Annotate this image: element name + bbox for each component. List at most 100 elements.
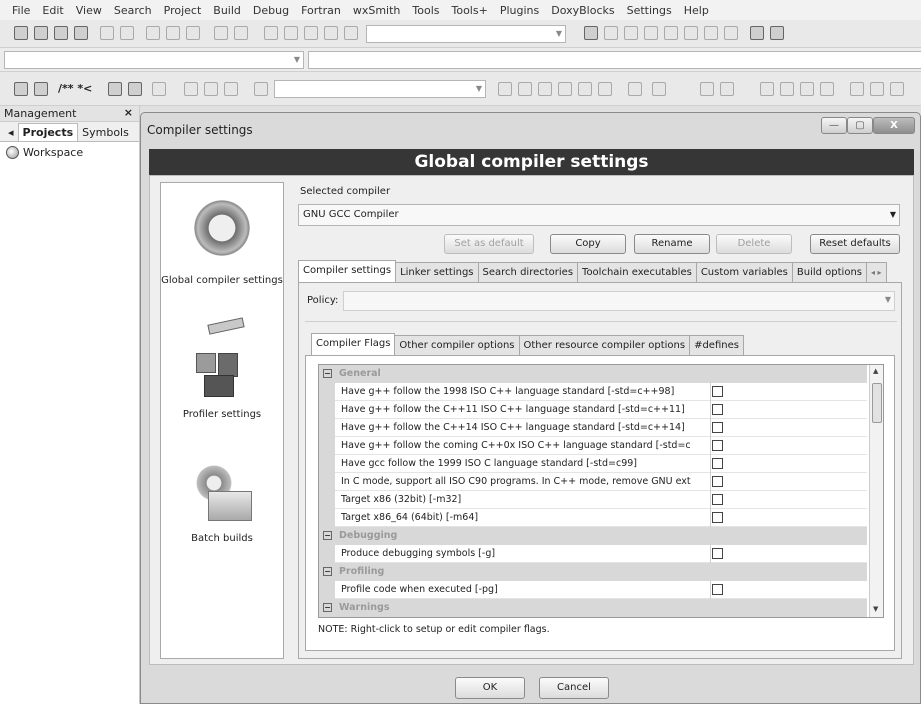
save-icon[interactable] — [54, 26, 68, 40]
ok-button[interactable]: OK — [455, 677, 525, 699]
menu-debug[interactable]: Debug — [247, 4, 295, 17]
menu-edit[interactable]: Edit — [36, 4, 69, 17]
build-icon[interactable] — [264, 26, 278, 40]
flag-row[interactable]: Produce debugging symbols [-g] — [319, 545, 867, 563]
layout-6-icon[interactable] — [870, 82, 884, 96]
flag-checkbox[interactable] — [712, 548, 723, 559]
redo-icon[interactable] — [120, 26, 134, 40]
doxywizard-icon[interactable] — [14, 82, 28, 96]
menu-project[interactable]: Project — [158, 4, 208, 17]
whole-word-icon[interactable] — [578, 82, 592, 96]
pause-icon[interactable] — [704, 26, 718, 40]
flag-checkbox[interactable] — [712, 422, 723, 433]
menu-settings[interactable]: Settings — [621, 4, 678, 17]
save-all-icon[interactable] — [74, 26, 88, 40]
stop-icon[interactable] — [344, 26, 358, 40]
close-icon[interactable]: × — [124, 106, 133, 119]
reset-defaults-button[interactable]: Reset defaults — [810, 234, 900, 254]
scroll-down-icon[interactable]: ▼ — [873, 605, 878, 613]
extract-docs-icon[interactable] — [34, 82, 48, 96]
open-file-icon[interactable] — [34, 26, 48, 40]
cancel-button[interactable]: Cancel — [539, 677, 609, 699]
tab-scroll-left-icon[interactable]: ◂ — [4, 124, 18, 141]
preferences-icon[interactable] — [152, 82, 166, 96]
bitmap-icon[interactable] — [720, 82, 734, 96]
menu-search[interactable]: Search — [108, 4, 158, 17]
flag-checkbox[interactable] — [712, 440, 723, 451]
next-line-icon[interactable] — [624, 26, 638, 40]
flag-checkbox[interactable] — [712, 584, 723, 595]
collapse-icon[interactable]: − — [323, 567, 332, 576]
next-instruction-icon[interactable] — [684, 26, 698, 40]
flag-checkbox[interactable] — [712, 494, 723, 505]
jump-icon[interactable] — [254, 82, 268, 96]
sidebar-item-batch[interactable]: Batch builds — [161, 461, 283, 544]
collapse-icon[interactable]: − — [323, 531, 332, 540]
flag-row[interactable]: Have g++ follow the 1998 ISO C++ languag… — [319, 383, 867, 401]
menu-help[interactable]: Help — [678, 4, 715, 17]
panel-icon[interactable] — [652, 82, 666, 96]
image-icon[interactable] — [700, 82, 714, 96]
copy-icon[interactable] — [166, 26, 180, 40]
new-file-icon[interactable] — [14, 26, 28, 40]
run-icon[interactable] — [284, 26, 298, 40]
layout-3-icon[interactable] — [800, 82, 814, 96]
stop-debug-icon[interactable] — [724, 26, 738, 40]
html-icon[interactable] — [108, 82, 122, 96]
menu-fortran[interactable]: Fortran — [295, 4, 347, 17]
prev-bookmark-icon[interactable] — [184, 82, 198, 96]
sidebar-item-profiler[interactable]: Profiler settings — [161, 317, 283, 420]
flag-row[interactable]: In C mode, support all ISO C90 programs.… — [319, 473, 867, 491]
tab-toolchain-executables[interactable]: Toolchain executables — [577, 262, 697, 282]
flag-row[interactable]: Profile code when executed [-pg] — [319, 581, 867, 599]
layout-7-icon[interactable] — [890, 82, 904, 96]
tab-compiler-flags[interactable]: Compiler Flags — [311, 333, 396, 355]
tab-other-compiler-options[interactable]: Other compiler options — [394, 335, 520, 355]
debug-icon[interactable] — [584, 26, 598, 40]
build-target-combo[interactable]: ▼ — [366, 25, 566, 43]
collapse-icon[interactable]: − — [323, 603, 332, 612]
scope-combo[interactable]: ▼ — [4, 51, 304, 69]
menu-plugins[interactable]: Plugins — [494, 4, 545, 17]
flag-checkbox[interactable] — [712, 476, 723, 487]
menu-tools[interactable]: Tools — [406, 4, 445, 17]
flag-row[interactable]: Have g++ follow the C++14 ISO C++ langua… — [319, 419, 867, 437]
flag-checkbox[interactable] — [712, 512, 723, 523]
rebuild-icon[interactable] — [324, 26, 338, 40]
select-icon[interactable] — [628, 82, 642, 96]
copy-button[interactable]: Copy — [550, 234, 626, 254]
layout-1-icon[interactable] — [760, 82, 774, 96]
sidebar-item-global[interactable]: Global compiler settings — [161, 191, 283, 286]
tab-other-resource-options[interactable]: Other resource compiler options — [518, 335, 691, 355]
undo-icon[interactable] — [100, 26, 114, 40]
layout-2-icon[interactable] — [780, 82, 794, 96]
flag-row[interactable]: Have g++ follow the C++11 ISO C++ langua… — [319, 401, 867, 419]
flag-checkbox[interactable] — [712, 458, 723, 469]
tab-compiler-settings[interactable]: Compiler settings — [298, 260, 397, 282]
menu-file[interactable]: File — [6, 4, 36, 17]
flag-row[interactable]: Have gcc follow the 1999 ISO C language … — [319, 455, 867, 473]
chm-icon[interactable] — [128, 82, 142, 96]
layout-4-icon[interactable] — [820, 82, 834, 96]
build-run-icon[interactable] — [304, 26, 318, 40]
flag-row[interactable]: Target x86_64 (64bit) [-m64] — [319, 509, 867, 527]
comment-block-button[interactable]: /** *< — [58, 82, 92, 95]
menu-build[interactable]: Build — [207, 4, 247, 17]
scroll-thumb[interactable] — [872, 383, 882, 423]
search-combo[interactable]: ▼ — [274, 80, 486, 98]
tab-scroll-icon[interactable]: ◂ ▸ — [866, 262, 887, 282]
tab-custom-variables[interactable]: Custom variables — [695, 262, 793, 282]
scroll-up-icon[interactable]: ▲ — [873, 367, 878, 375]
flag-checkbox[interactable] — [712, 386, 723, 397]
tab-build-options[interactable]: Build options — [791, 262, 867, 282]
menu-doxyblocks[interactable]: DoxyBlocks — [545, 4, 620, 17]
match-case-icon[interactable] — [558, 82, 572, 96]
toggle-bookmark-icon[interactable] — [204, 82, 218, 96]
menu-view[interactable]: View — [70, 4, 108, 17]
tab-linker-settings[interactable]: Linker settings — [395, 262, 479, 282]
layout-5-icon[interactable] — [850, 82, 864, 96]
flags-scrollbar[interactable]: ▲ ▼ — [869, 365, 883, 617]
paste-icon[interactable] — [186, 26, 200, 40]
run-to-cursor-icon[interactable] — [604, 26, 618, 40]
flag-row[interactable]: Have g++ follow the coming C++0x ISO C++… — [319, 437, 867, 455]
